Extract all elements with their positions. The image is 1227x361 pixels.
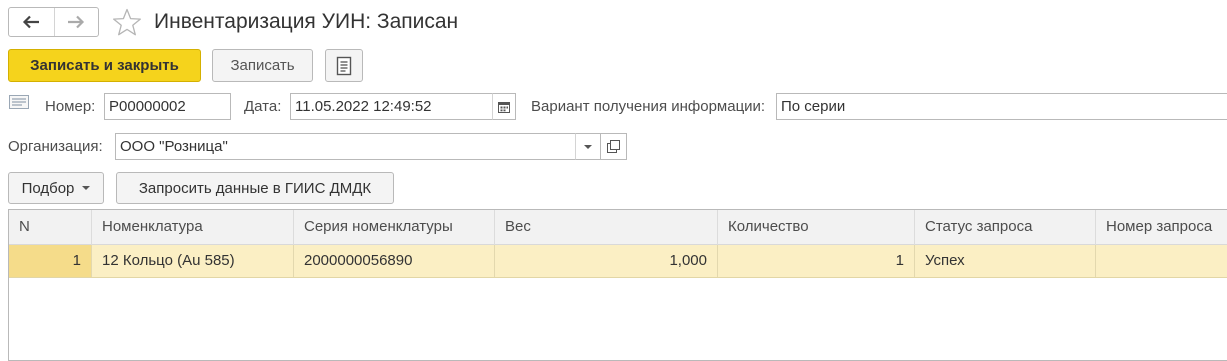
calendar-button[interactable] xyxy=(492,93,516,120)
column-header-status[interactable]: Статус запроса xyxy=(915,210,1096,245)
cell-status: Успех xyxy=(915,245,1096,277)
select-dropdown-button[interactable]: Подбор xyxy=(8,172,104,204)
column-header-item[interactable]: Номенклатура xyxy=(92,210,294,245)
save-button[interactable]: Записать xyxy=(212,49,313,82)
report-button[interactable] xyxy=(325,49,363,82)
arrow-left-icon xyxy=(23,15,40,29)
chevron-down-icon xyxy=(82,186,91,190)
select-button-label: Подбор xyxy=(21,179,75,197)
chevron-down-icon xyxy=(584,144,592,149)
table-row[interactable]: 1 12 Кольцо (Au 585) 2000000056890 1,000… xyxy=(9,245,1227,278)
number-label: Номер: xyxy=(45,98,96,115)
organization-field[interactable]: ООО "Розница" xyxy=(115,133,576,160)
calendar-icon xyxy=(498,101,510,113)
cell-series: 2000000056890 xyxy=(294,245,495,277)
save-and-close-button[interactable]: Записать и закрыть xyxy=(8,49,201,82)
variant-field[interactable]: По серии xyxy=(776,93,1227,120)
page-title: Инвентаризация УИН: Записан xyxy=(154,10,459,33)
number-field[interactable]: Р00000002 xyxy=(104,93,231,120)
date-label: Дата: xyxy=(244,98,282,115)
cell-item: 12 Кольцо (Au 585) xyxy=(92,245,294,277)
organization-dropdown-button[interactable] xyxy=(575,133,601,160)
arrow-right-icon xyxy=(68,15,85,29)
nav-buttons xyxy=(8,7,99,37)
document-list-icon xyxy=(336,56,352,75)
open-window-icon xyxy=(607,140,620,153)
cell-weight: 1,000 xyxy=(495,245,718,277)
variant-label: Вариант получения информации: xyxy=(531,98,766,115)
request-giis-button[interactable]: Запросить данные в ГИИС ДМДК xyxy=(116,172,394,204)
favorite-star-icon[interactable] xyxy=(112,8,142,36)
table-header: N Номенклатура Серия номенклатуры Вес Ко… xyxy=(9,210,1227,245)
date-field[interactable]: 11.05.2022 12:49:52 xyxy=(290,93,493,120)
column-header-weight[interactable]: Вес xyxy=(495,210,718,245)
document-icon xyxy=(9,95,29,109)
organization-label: Организация: xyxy=(8,138,103,155)
column-header-series[interactable]: Серия номенклатуры xyxy=(294,210,495,245)
inventory-table: N Номенклатура Серия номенклатуры Вес Ко… xyxy=(8,209,1227,361)
column-header-request-number[interactable]: Номер запроса xyxy=(1096,210,1227,245)
back-button[interactable] xyxy=(9,8,54,36)
column-header-quantity[interactable]: Количество xyxy=(718,210,915,245)
organization-open-button[interactable] xyxy=(601,133,627,160)
column-header-n[interactable]: N xyxy=(9,210,92,245)
cell-n: 1 xyxy=(9,245,92,277)
cell-request-number xyxy=(1096,245,1227,277)
forward-button[interactable] xyxy=(53,8,99,36)
cell-quantity: 1 xyxy=(718,245,915,277)
